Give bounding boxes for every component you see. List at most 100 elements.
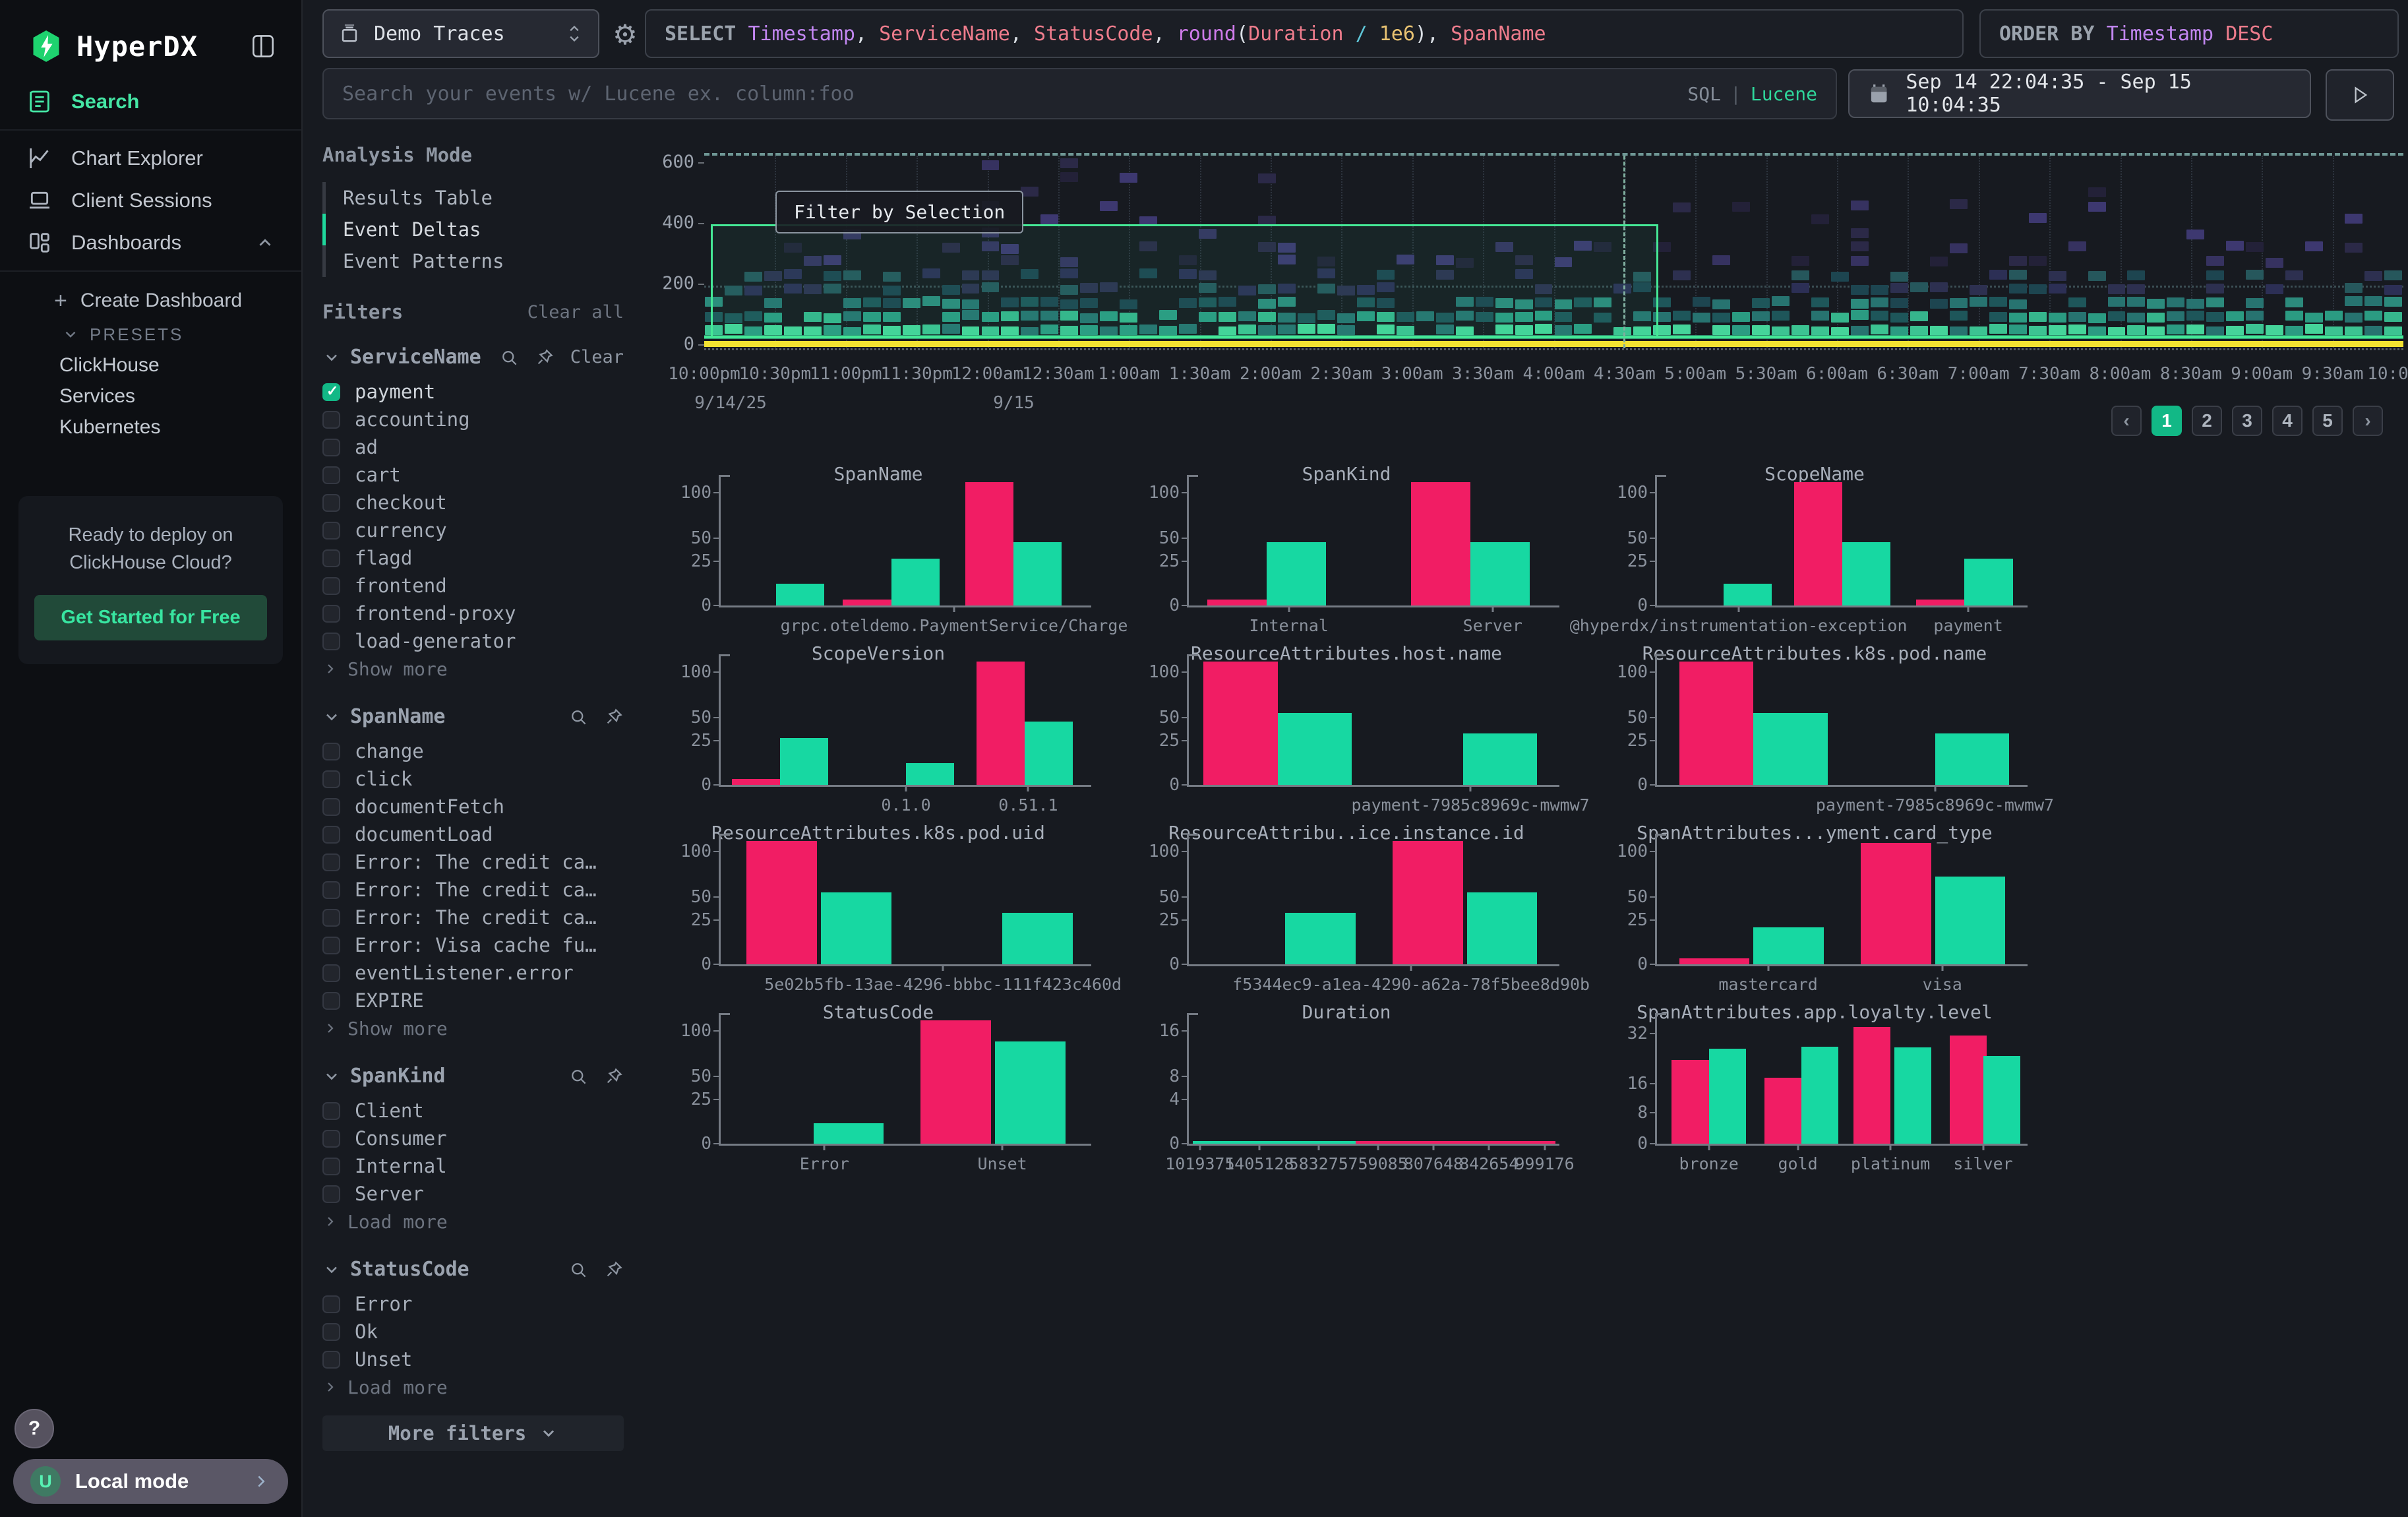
search-icon[interactable]: [568, 707, 588, 727]
get-started-button[interactable]: Get Started for Free: [34, 595, 266, 640]
page-button-5[interactable]: 5: [2312, 406, 2343, 436]
page-button-3[interactable]: 3: [2232, 406, 2262, 436]
checkbox[interactable]: [322, 1102, 340, 1120]
page-button-2[interactable]: 2: [2192, 406, 2222, 436]
chevron-down-icon[interactable]: [322, 708, 341, 726]
heatmap-plot[interactable]: Filter by Selection: [704, 153, 2403, 350]
clear-filter-button[interactable]: Clear: [570, 347, 624, 367]
filter-option-load-generator[interactable]: load-generator: [322, 627, 638, 655]
sidebar-item-dashboards[interactable]: Dashboards: [0, 222, 301, 264]
filter-option-error-the-credit-card-[interactable]: Error: The credit card (…: [322, 904, 638, 931]
filter-option-payment[interactable]: payment: [322, 378, 638, 406]
order-by-input[interactable]: ORDER BY Timestamp DESC: [1979, 9, 2399, 58]
run-query-button[interactable]: [2326, 69, 2394, 121]
chevron-down-icon[interactable]: [322, 348, 341, 367]
filter-option-accounting[interactable]: accounting: [322, 406, 638, 433]
filter-load-more[interactable]: Load more: [322, 1208, 638, 1235]
search-icon[interactable]: [499, 348, 519, 367]
checkbox[interactable]: [322, 605, 340, 623]
filter-show-more[interactable]: Show more: [322, 1014, 638, 1042]
checkbox[interactable]: [322, 770, 340, 788]
filter-option-frontend[interactable]: frontend: [322, 572, 638, 600]
filter-option-change[interactable]: change: [322, 737, 638, 765]
filter-option-internal[interactable]: Internal: [322, 1152, 638, 1180]
filter-option-click[interactable]: click: [322, 765, 638, 793]
checkbox[interactable]: [322, 1158, 340, 1175]
clear-all-button[interactable]: Clear all: [527, 302, 624, 323]
checkbox[interactable]: [322, 881, 340, 899]
pin-icon[interactable]: [604, 1067, 624, 1086]
filter-option-expire[interactable]: EXPIRE: [322, 987, 638, 1014]
checkbox[interactable]: [322, 937, 340, 954]
checkbox[interactable]: [322, 1295, 340, 1313]
presets-toggle[interactable]: PRESETS: [0, 319, 301, 350]
checkbox[interactable]: [322, 1351, 340, 1369]
filter-option-unset[interactable]: Unset: [322, 1346, 638, 1373]
user-menu[interactable]: U Local mode: [13, 1459, 288, 1504]
checkbox[interactable]: [322, 411, 340, 429]
filter-option-client[interactable]: Client: [322, 1097, 638, 1125]
filter-option-error-visa-cache-full-[interactable]: Error: Visa cache full: …: [322, 931, 638, 959]
sidebar-item-chart-explorer[interactable]: Chart Explorer: [0, 137, 301, 179]
filter-show-more[interactable]: Show more: [322, 655, 638, 683]
time-range-picker[interactable]: Sep 14 22:04:35 - Sep 15 10:04:35: [1848, 69, 2311, 118]
filter-option-error[interactable]: Error: [322, 1290, 638, 1318]
checkbox[interactable]: [322, 494, 340, 512]
filter-option-ok[interactable]: Ok: [322, 1318, 638, 1346]
create-dashboard-button[interactable]: +Create Dashboard: [0, 282, 301, 319]
filter-option-error-the-credit-card-[interactable]: Error: The credit card (…: [322, 848, 638, 876]
preset-kubernetes[interactable]: Kubernetes: [0, 412, 301, 443]
checkbox[interactable]: [322, 743, 340, 760]
next-page-button[interactable]: ›: [2353, 406, 2383, 436]
filter-option-frontend-proxy[interactable]: frontend-proxy: [322, 600, 638, 627]
chevron-down-icon[interactable]: [322, 1067, 341, 1086]
checkbox[interactable]: [322, 633, 340, 650]
checkbox[interactable]: [322, 1323, 340, 1341]
filter-option-cart[interactable]: cart: [322, 461, 638, 489]
pin-icon[interactable]: [604, 1260, 624, 1280]
checkbox[interactable]: [322, 549, 340, 567]
checkbox[interactable]: [322, 798, 340, 816]
filter-option-consumer[interactable]: Consumer: [322, 1125, 638, 1152]
lang-sql[interactable]: SQL: [1687, 83, 1721, 105]
more-filters-button[interactable]: More filters: [322, 1415, 624, 1451]
sql-select-input[interactable]: SELECT Timestamp, ServiceName, StatusCod…: [645, 9, 1964, 58]
analysis-mode-event-patterns[interactable]: Event Patterns: [322, 245, 638, 277]
sidebar-item-client-sessions[interactable]: Client Sessions: [0, 179, 301, 222]
checkbox[interactable]: [322, 577, 340, 595]
chevron-down-icon[interactable]: [322, 1260, 341, 1279]
search-icon[interactable]: [568, 1067, 588, 1086]
lang-lucene[interactable]: Lucene: [1751, 83, 1817, 105]
filter-option-eventlistener-error[interactable]: eventListener.error: [322, 959, 638, 987]
page-button-1[interactable]: 1: [2152, 406, 2182, 436]
analysis-mode-event-deltas[interactable]: Event Deltas: [322, 214, 638, 245]
checkbox[interactable]: [322, 383, 340, 401]
pin-icon[interactable]: [604, 707, 624, 727]
filter-option-flagd[interactable]: flagd: [322, 544, 638, 572]
checkbox[interactable]: [322, 853, 340, 871]
checkbox[interactable]: [322, 1130, 340, 1148]
sidebar-collapse-icon[interactable]: [249, 30, 278, 62]
checkbox[interactable]: [322, 522, 340, 540]
prev-page-button[interactable]: ‹: [2111, 406, 2142, 436]
preset-services[interactable]: Services: [0, 381, 301, 412]
checkbox[interactable]: [322, 992, 340, 1010]
filter-option-currency[interactable]: currency: [322, 516, 638, 544]
filter-option-server[interactable]: Server: [322, 1180, 638, 1208]
selection-box[interactable]: [711, 224, 1658, 338]
preset-clickhouse[interactable]: ClickHouse: [0, 350, 301, 381]
checkbox[interactable]: [322, 466, 340, 484]
filter-option-documentfetch[interactable]: documentFetch: [322, 793, 638, 820]
help-button[interactable]: ?: [15, 1409, 54, 1448]
checkbox[interactable]: [322, 909, 340, 927]
checkbox[interactable]: [322, 964, 340, 982]
filter-option-error-the-credit-card-[interactable]: Error: The credit card (…: [322, 876, 638, 904]
page-button-4[interactable]: 4: [2272, 406, 2303, 436]
checkbox[interactable]: [322, 439, 340, 456]
analysis-mode-results-table[interactable]: Results Table: [322, 182, 638, 214]
filter-by-selection-button[interactable]: Filter by Selection: [775, 191, 1023, 233]
filter-option-documentload[interactable]: documentLoad: [322, 820, 638, 848]
pin-icon[interactable]: [535, 348, 555, 367]
filter-option-ad[interactable]: ad: [322, 433, 638, 461]
search-icon[interactable]: [568, 1260, 588, 1280]
